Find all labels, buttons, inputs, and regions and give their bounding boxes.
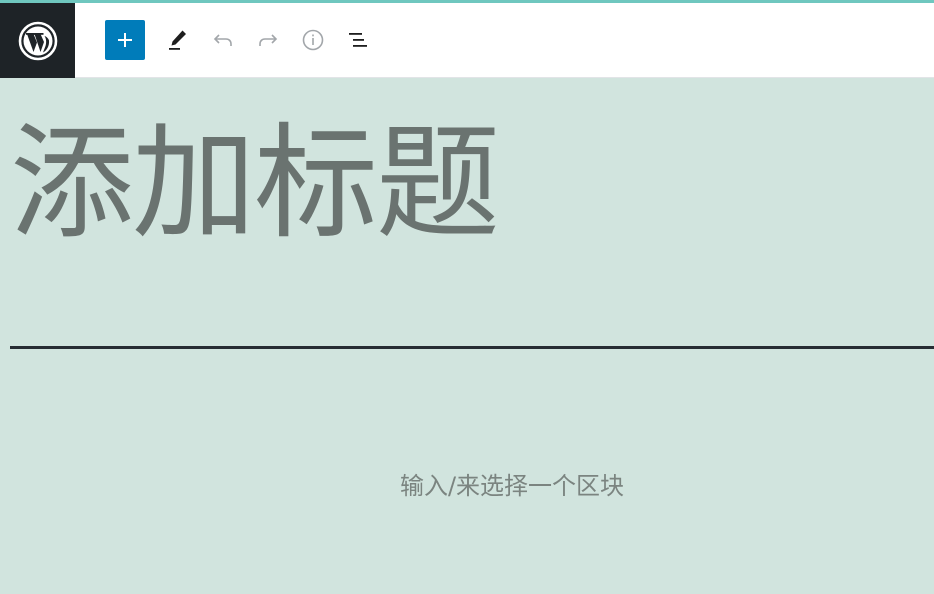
pencil-icon	[169, 30, 186, 50]
wordpress-logo-icon	[18, 21, 57, 60]
undo-button[interactable]	[203, 20, 243, 60]
editor-canvas: 添加标题 输入/来选择一个区块	[0, 78, 934, 594]
tools-button[interactable]	[158, 20, 198, 60]
editor-header-toolbar	[0, 3, 934, 78]
plus-icon	[118, 33, 132, 47]
post-title-input[interactable]: 添加标题	[10, 114, 910, 254]
outline-button[interactable]	[338, 20, 378, 60]
redo-button[interactable]	[248, 20, 288, 60]
details-button[interactable]	[293, 20, 333, 60]
default-block-appender[interactable]: 输入/来选择一个区块	[0, 468, 934, 504]
list-view-icon	[349, 33, 367, 47]
title-divider	[10, 346, 934, 349]
block-inserter-button[interactable]	[105, 20, 145, 60]
wordpress-logo-button[interactable]	[0, 3, 75, 78]
info-icon	[302, 29, 324, 51]
redo-icon	[259, 34, 278, 46]
undo-icon	[213, 34, 232, 46]
